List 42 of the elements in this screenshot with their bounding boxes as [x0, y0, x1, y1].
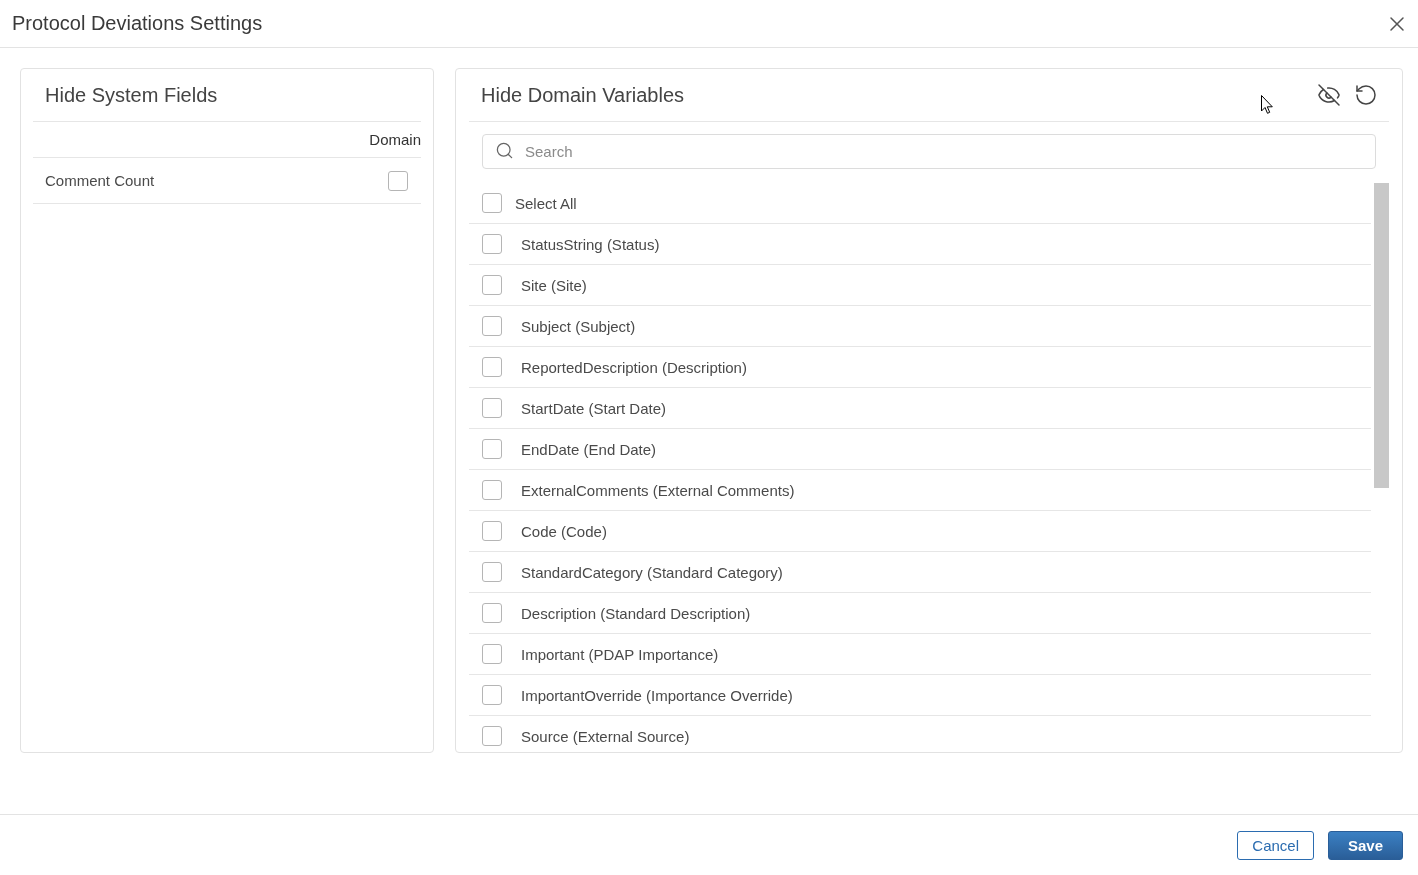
dialog-title: Protocol Deviations Settings: [12, 12, 263, 35]
checkbox[interactable]: [482, 316, 502, 336]
checkbox[interactable]: [482, 685, 502, 705]
checkbox[interactable]: [482, 193, 502, 213]
variable-label: ExternalComments (External Comments): [521, 481, 795, 499]
panel-title: Hide System Fields: [45, 83, 218, 107]
cancel-button[interactable]: Cancel: [1237, 830, 1314, 860]
checkbox[interactable]: [482, 562, 502, 582]
variable-label: Important (PDAP Importance): [521, 645, 719, 663]
panel-title: Hide Domain Variables: [481, 83, 685, 107]
variable-label: StandardCategory (Standard Category): [521, 563, 783, 581]
mouse-pointer-icon: [1261, 95, 1273, 114]
variable-label: StartDate (Start Date): [521, 399, 667, 417]
checkbox[interactable]: [388, 170, 408, 191]
variable-label: Code (Code): [521, 522, 607, 540]
checkbox[interactable]: [482, 275, 502, 295]
variable-label: EndDate (End Date): [521, 440, 657, 458]
circular-arrow-icon[interactable]: [1354, 83, 1378, 107]
variable-label: ImportantOverride (Importance Override): [521, 686, 793, 704]
select-all-label: Select All: [515, 194, 577, 212]
crossed-eye-icon[interactable]: [1317, 83, 1341, 107]
field-label: Comment Count: [45, 172, 155, 189]
checkbox[interactable]: [482, 398, 502, 418]
checkbox[interactable]: [482, 234, 502, 254]
search-icon: [495, 141, 514, 160]
scrollbar-thumb[interactable]: [1374, 183, 1389, 488]
variable-label: Subject (Subject): [521, 317, 636, 335]
save-button[interactable]: Save: [1328, 830, 1403, 860]
variable-label: ReportedDescription (Description): [521, 358, 747, 376]
variable-label: Site (Site): [521, 276, 587, 294]
variable-label: Description (Standard Description): [521, 604, 751, 622]
checkbox[interactable]: [482, 439, 502, 459]
checkbox[interactable]: [482, 603, 502, 623]
column-header: Domain: [369, 131, 421, 148]
checkbox[interactable]: [482, 726, 502, 746]
checkbox[interactable]: [482, 644, 502, 664]
search-field[interactable]: Search: [482, 134, 1376, 169]
variable-label: StatusString (Status): [521, 235, 660, 253]
checkbox[interactable]: [482, 521, 502, 541]
checkbox[interactable]: [482, 480, 502, 500]
checkbox[interactable]: [482, 357, 502, 377]
variable-label: Source (External Source): [521, 727, 690, 745]
